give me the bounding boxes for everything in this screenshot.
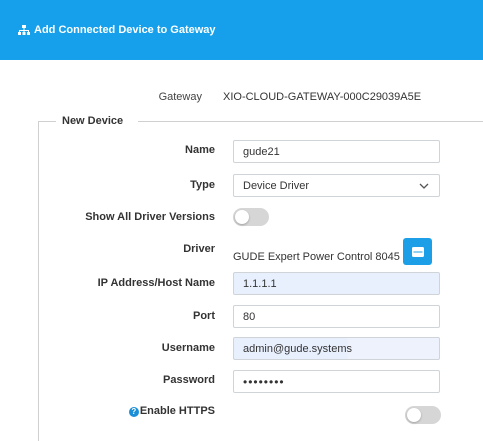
list-icon [411,246,424,257]
fieldset-border [38,121,56,122]
ip-label: IP Address/Host Name [97,277,215,289]
toggle-knob [407,408,421,422]
driver-value: GUDE Expert Power Control 8045 [233,251,400,263]
dialog-title: Add Connected Device to Gateway [34,24,216,36]
name-label: Name [185,144,215,156]
dialog-header: Add Connected Device to Gateway [0,0,483,60]
type-select[interactable]: Device Driver [233,174,440,197]
ip-value: 1.1.1.1 [243,277,277,290]
fieldset-border [138,121,483,122]
password-input[interactable]: •••••••• [233,370,440,393]
driver-select-button[interactable] [403,238,432,265]
port-input[interactable]: 80 [233,305,440,328]
gateway-row: Gateway XIO-CLOUD-GATEWAY-000C29039A5E [0,91,483,105]
ip-input[interactable]: 1.1.1.1 [233,272,440,295]
username-value: admin@gude.systems [243,342,352,355]
chevron-down-icon [419,183,429,189]
https-label-row: ? Enable HTTPS [128,405,215,417]
name-input[interactable]: gude21 [233,140,440,163]
port-label: Port [193,310,215,322]
toggle-knob [235,210,249,224]
driver-label: Driver [183,243,215,255]
type-label: Type [190,179,215,191]
https-label: Enable HTTPS [139,405,215,417]
password-label: Password [163,374,215,386]
port-value: 80 [243,310,256,323]
username-input[interactable]: admin@gude.systems [233,337,440,360]
section-legend: New Device [62,115,124,127]
show-all-versions-toggle[interactable] [233,208,269,226]
gateway-value: XIO-CLOUD-GATEWAY-000C29039A5E [223,91,422,103]
help-icon[interactable]: ? [128,407,139,417]
type-value: Device Driver [243,179,310,192]
https-toggle[interactable] [405,406,441,424]
username-label: Username [161,342,215,354]
show-all-versions-label: Show All Driver Versions [85,211,215,223]
gateway-label: Gateway [158,91,202,103]
fieldset-border [38,121,39,441]
network-icon [18,25,30,35]
name-value: gude21 [243,145,280,158]
password-value: •••••••• [243,374,285,389]
